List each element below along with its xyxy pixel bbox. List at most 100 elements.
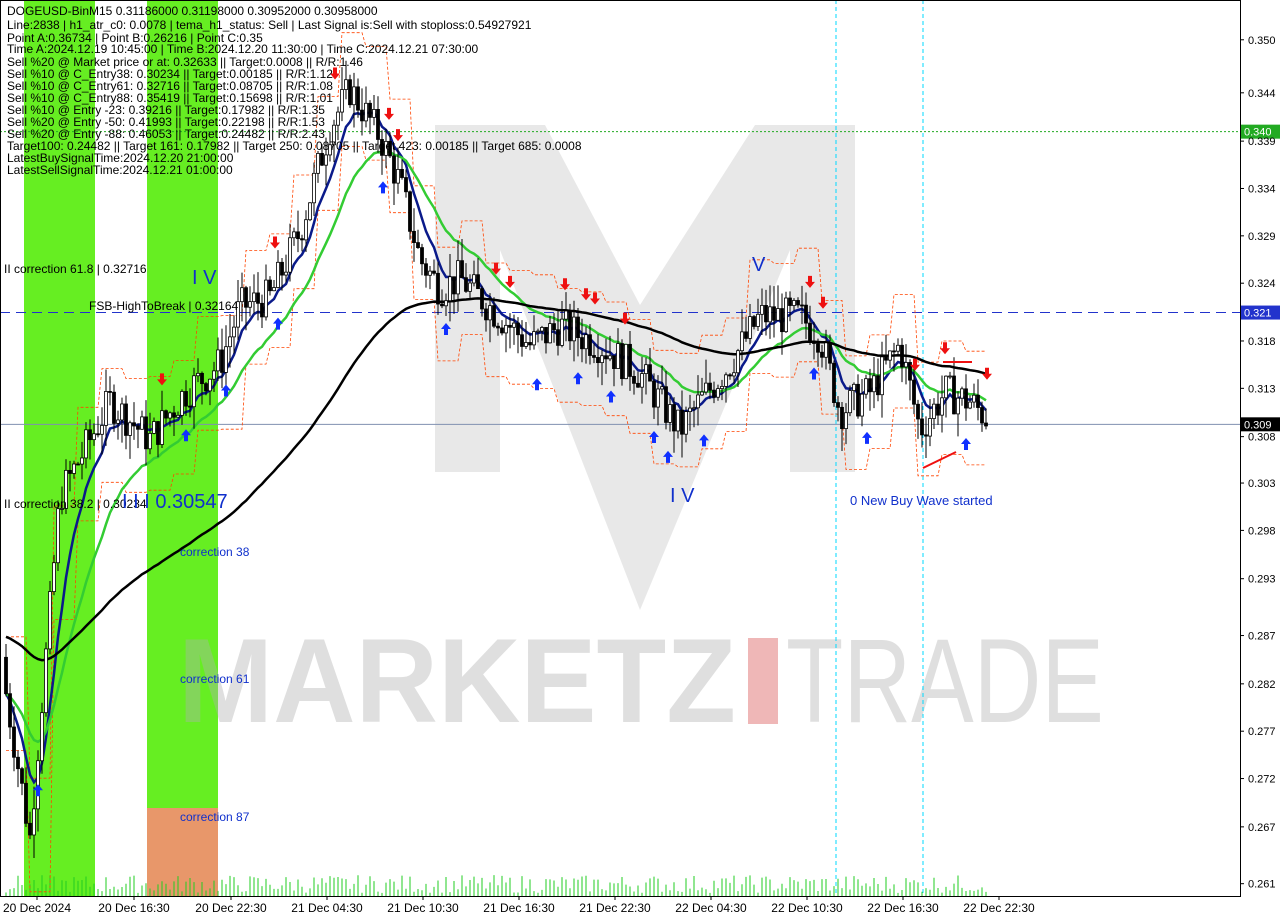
candle-body [696, 394, 700, 409]
candle-body [520, 334, 524, 347]
candle-body [108, 391, 112, 393]
candle-body [720, 386, 724, 390]
candle-body [976, 394, 980, 408]
candle-body [768, 306, 772, 323]
candle-body [644, 364, 648, 375]
candle-body [252, 292, 256, 303]
candle-body [576, 316, 580, 338]
candle-body [12, 726, 16, 758]
candle-body [688, 407, 692, 413]
candle-body [808, 322, 812, 342]
candle-body [532, 331, 536, 346]
candle-body [272, 287, 276, 292]
candle-body [140, 416, 144, 430]
y-tick-label: 0.339 [1248, 136, 1276, 148]
candle-body [420, 247, 424, 265]
x-tick-label: 22 Dec 22:30 [963, 901, 1035, 915]
candle-body [896, 344, 900, 352]
candle-body [20, 768, 24, 784]
wave-v: V [752, 254, 766, 276]
candle-body [80, 457, 84, 465]
y-tick-label: 0.298 [1248, 525, 1276, 537]
candle-body [24, 782, 28, 824]
candle-body [364, 102, 368, 122]
candle-body [452, 276, 456, 295]
candle-body [296, 231, 300, 240]
candle-body [820, 351, 824, 358]
price-level-label: 0.321 [1244, 308, 1272, 320]
candle-body [248, 301, 252, 308]
candle-body [492, 305, 496, 327]
candle-body [780, 308, 784, 333]
candle-body [592, 355, 596, 358]
candle-body [960, 388, 964, 399]
candle-body [348, 79, 352, 106]
candle-body [676, 409, 680, 432]
x-tick-label: 22 Dec 04:30 [675, 901, 747, 915]
candle-body [636, 382, 640, 388]
candle-body [804, 304, 808, 324]
candle-body [816, 343, 820, 353]
candle-body [860, 393, 864, 417]
candle-body [736, 350, 740, 374]
candle-body [132, 422, 136, 427]
candle-body [8, 693, 12, 728]
x-tick-label: 22 Dec 16:30 [867, 901, 939, 915]
candle-body [500, 327, 504, 334]
candle-body [740, 331, 744, 352]
candle-body [120, 403, 124, 421]
candle-body [76, 463, 80, 466]
sell-arrow-icon [982, 367, 992, 380]
candle-body [516, 322, 520, 336]
candle-body [764, 305, 768, 323]
candle-body [104, 391, 108, 426]
candle-body [952, 375, 956, 415]
candle-body [524, 342, 528, 347]
y-tick-label: 0.287 [1248, 631, 1276, 643]
candle-body [920, 418, 924, 436]
candle-body [972, 394, 976, 403]
candle-body [692, 407, 696, 410]
candle-body [32, 808, 36, 836]
candle-body [596, 357, 600, 364]
candle-body [932, 403, 936, 419]
wave-iv-mid: I V [670, 485, 695, 507]
candle-body [484, 308, 488, 321]
candle-body [316, 153, 320, 174]
candle-body [244, 287, 248, 308]
candle-body [284, 271, 288, 276]
correction-61-label: correction 61 [180, 672, 250, 686]
candle-body [584, 334, 588, 350]
candle-body [476, 274, 480, 290]
candle-body [724, 374, 728, 387]
candle-body [668, 404, 672, 423]
y-tick-label: 0.324 [1248, 278, 1276, 290]
candle-body [472, 274, 476, 284]
candle-body [404, 177, 408, 193]
candle-body [612, 355, 616, 369]
y-tick-label: 0.293 [1248, 574, 1276, 586]
candle-body [144, 416, 148, 450]
candle-body [752, 316, 756, 327]
candle-body [480, 288, 484, 310]
candle-body [956, 397, 960, 415]
buy-arrow-icon [273, 317, 283, 330]
candle-body [948, 375, 952, 378]
candle-body [448, 276, 452, 302]
y-axis: 0.350 0.344 0.339 0.334 0.329 0.324 0.318 0.313… [1240, 35, 1276, 891]
candle-body [28, 822, 32, 836]
sell-arrow-icon [384, 107, 394, 120]
candle-body [96, 433, 100, 436]
candle-body [224, 346, 228, 373]
candle-body [856, 383, 860, 417]
candle-body [904, 362, 908, 368]
candle-body [368, 102, 372, 118]
price-chart[interactable]: MARKETZ TRADE 0.3400.3210.309 FSB-HighTo… [0, 0, 1280, 920]
candle-body [756, 313, 760, 327]
candle-body [772, 306, 776, 321]
candle-body [968, 401, 972, 409]
candle-body [564, 310, 568, 320]
candle-body [580, 337, 584, 350]
candle-body [112, 391, 116, 424]
candle-body [552, 323, 556, 331]
